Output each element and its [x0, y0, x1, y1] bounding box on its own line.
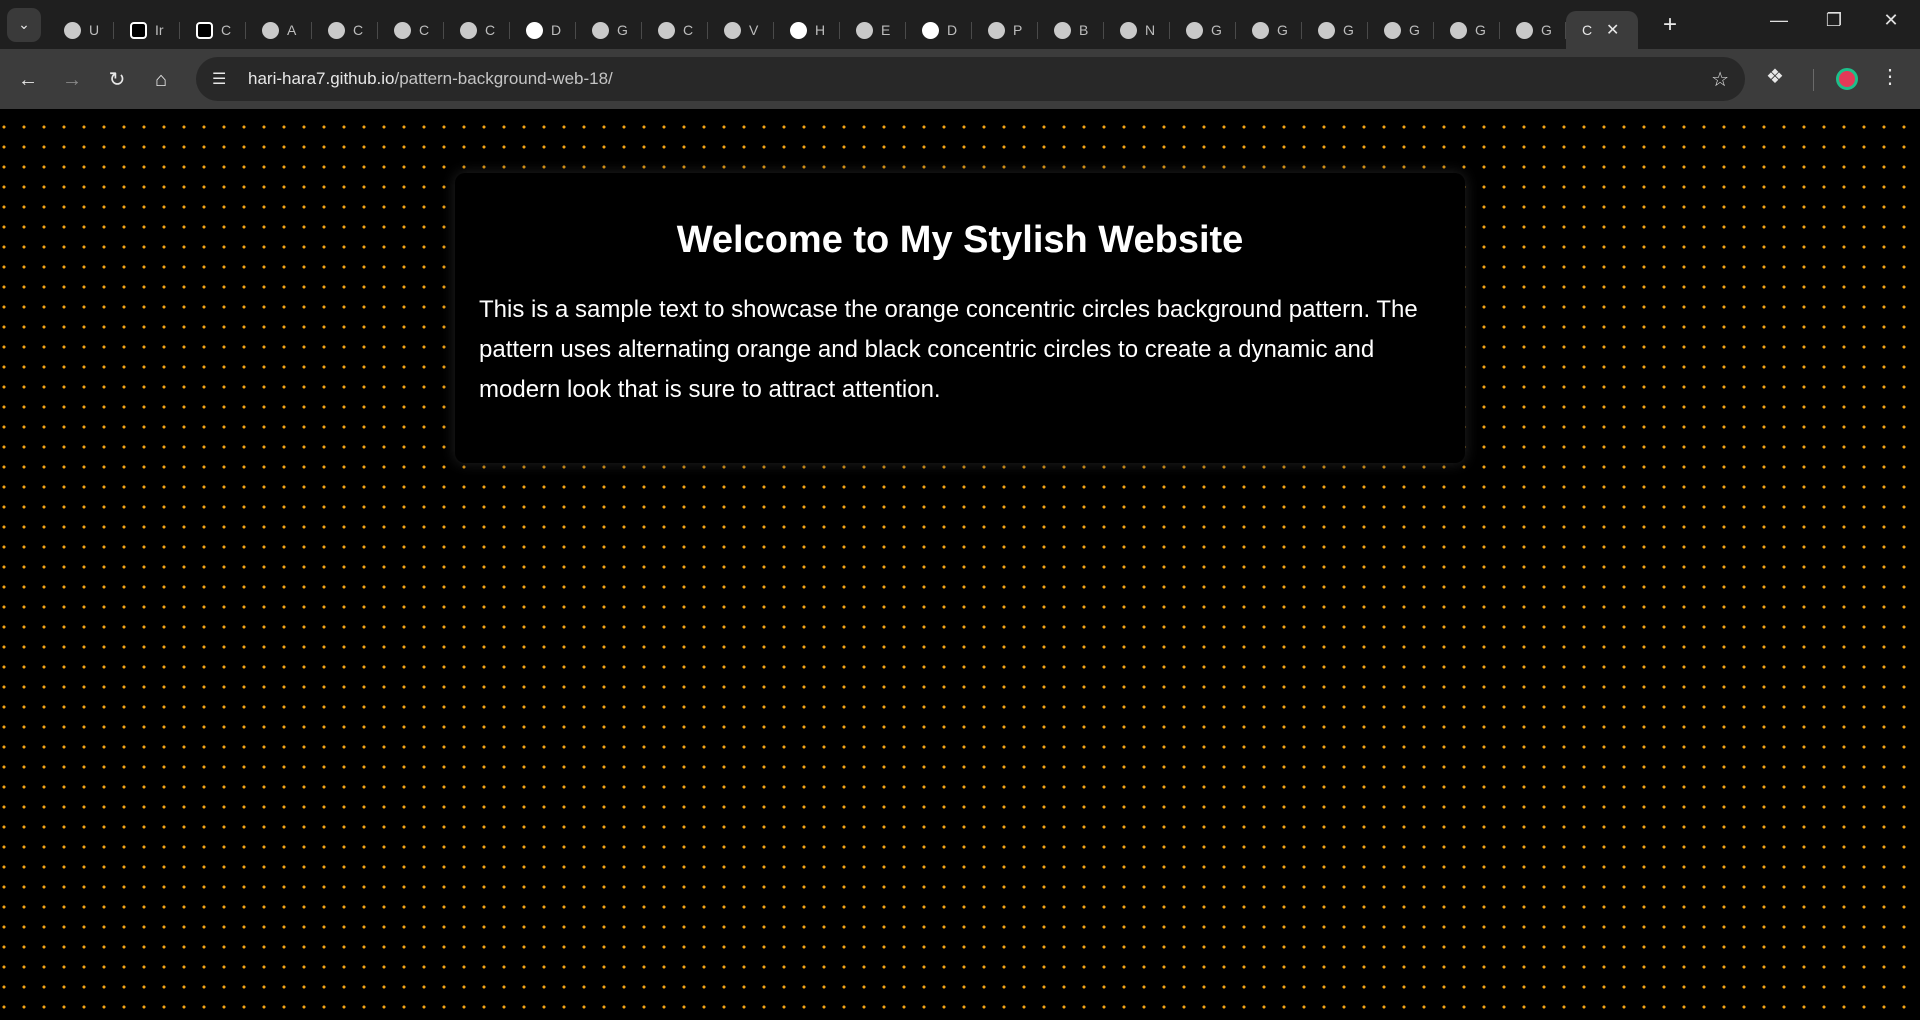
globe-icon: [592, 21, 609, 39]
globe-icon: [724, 21, 741, 39]
tab-3[interactable]: C: [180, 11, 246, 49]
tab-label: V: [749, 22, 759, 38]
globe-icon: [1384, 21, 1401, 39]
globe-icon: [1318, 21, 1335, 39]
tab-22[interactable]: G: [1434, 11, 1500, 49]
globe-icon: [1516, 21, 1533, 39]
minimize-button[interactable]: —: [1764, 10, 1794, 31]
tab-label: G: [617, 22, 628, 38]
url-host: hari-hara7.github.io: [248, 69, 395, 88]
tab-list: U Ir C A C C C D G C V H E D P B N G G G G G G C ✕: [48, 0, 1638, 49]
tab-label: P: [1013, 22, 1023, 38]
tab-label: D: [551, 22, 562, 38]
browser-toolbar: ← → ↻ ⌂ ☰ hari-hara7.github.io/pattern-b…: [0, 49, 1920, 109]
tab-label: Ir: [155, 22, 164, 38]
tab-4[interactable]: A: [246, 11, 312, 49]
profile-avatar[interactable]: [1836, 68, 1858, 90]
openai-icon: [130, 21, 147, 39]
tab-12[interactable]: H: [774, 11, 840, 49]
tab-18[interactable]: G: [1170, 11, 1236, 49]
globe-icon: [1252, 21, 1269, 39]
tab-label: D: [947, 22, 958, 38]
tab-label: H: [815, 22, 826, 38]
tab-label: C: [419, 22, 430, 38]
tab-7[interactable]: C: [444, 11, 510, 49]
back-button[interactable]: ←: [14, 66, 42, 94]
tab-6[interactable]: C: [378, 11, 444, 49]
globe-icon: [328, 21, 345, 39]
tab-label: G: [1343, 22, 1354, 38]
forward-button[interactable]: →: [58, 66, 86, 94]
tab-13[interactable]: E: [840, 11, 906, 49]
globe-icon: [1054, 21, 1071, 39]
tab-search-button[interactable]: ⌄: [7, 7, 41, 42]
tab-2[interactable]: Ir: [114, 11, 180, 49]
tab-15[interactable]: P: [972, 11, 1038, 49]
tab-19[interactable]: G: [1236, 11, 1302, 49]
chevron-down-icon: ⌄: [18, 16, 30, 32]
new-tab-button[interactable]: +: [1656, 11, 1684, 39]
tab-label: C: [683, 22, 694, 38]
tab-label: G: [1475, 22, 1486, 38]
openai-icon: [196, 21, 213, 39]
address-bar[interactable]: ☰ hari-hara7.github.io/pattern-backgroun…: [196, 57, 1745, 101]
home-button[interactable]: ⌂: [147, 66, 175, 94]
tab-label: C: [485, 22, 496, 38]
tab-16[interactable]: B: [1038, 11, 1104, 49]
tab-label: G: [1409, 22, 1420, 38]
toolbar-divider: [1813, 69, 1814, 91]
tab-label: C: [353, 22, 364, 38]
globe-icon: [64, 21, 81, 39]
github-icon: [790, 21, 807, 39]
tab-8[interactable]: D: [510, 11, 576, 49]
tab-label: G: [1541, 22, 1552, 38]
close-window-button[interactable]: ✕: [1876, 10, 1906, 31]
globe-icon: [1450, 21, 1467, 39]
extensions-icon[interactable]: ❖: [1766, 64, 1784, 89]
globe-icon: [394, 21, 411, 39]
bookmark-star-icon[interactable]: ☆: [1711, 67, 1729, 92]
tab-17[interactable]: N: [1104, 11, 1170, 49]
tab-21[interactable]: G: [1368, 11, 1434, 49]
globe-icon: [262, 21, 279, 39]
tab-label: G: [1211, 22, 1222, 38]
tab-11[interactable]: V: [708, 11, 774, 49]
site-info-icon[interactable]: ☰: [212, 69, 234, 89]
tab-5[interactable]: C: [312, 11, 378, 49]
page-title: Welcome to My Stylish Website: [676, 219, 1244, 261]
globe-icon: [856, 21, 873, 39]
tab-label: B: [1079, 22, 1089, 38]
github-icon: [922, 21, 939, 39]
tab-10[interactable]: C: [642, 11, 708, 49]
reload-button[interactable]: ↻: [103, 66, 131, 94]
url-text[interactable]: hari-hara7.github.io/pattern-background-…: [248, 69, 613, 89]
tab-label: E: [881, 22, 891, 38]
tab-23[interactable]: G: [1500, 11, 1566, 49]
globe-icon: [460, 21, 477, 39]
tab-label: C: [1582, 22, 1593, 38]
tab-label: A: [287, 22, 297, 38]
github-icon: [526, 21, 543, 39]
tab-9[interactable]: G: [576, 11, 642, 49]
content-card: Welcome to My Stylish Website This is a …: [455, 173, 1465, 463]
globe-icon: [1186, 21, 1203, 39]
page-paragraph: This is a sample text to showcase the or…: [479, 296, 1418, 403]
tab-active[interactable]: C ✕: [1566, 11, 1638, 49]
page-viewport: Welcome to My Stylish Website This is a …: [0, 109, 1920, 1020]
tab-20[interactable]: G: [1302, 11, 1368, 49]
close-tab-icon[interactable]: ✕: [1606, 20, 1619, 40]
tab-1[interactable]: U: [48, 11, 114, 49]
globe-icon: [1120, 21, 1137, 39]
tab-label: G: [1277, 22, 1288, 38]
restore-button[interactable]: ❐: [1819, 10, 1849, 31]
url-path: /pattern-background-web-18/: [394, 69, 613, 88]
tab-14[interactable]: D: [906, 11, 972, 49]
tab-strip: ⌄ U Ir C A C C C D G C V H E D P B N G G G G G G C ✕ + — ❐ ✕: [0, 0, 1920, 49]
tab-label: U: [89, 22, 100, 38]
globe-icon: [988, 21, 1005, 39]
globe-icon: [658, 21, 675, 39]
tab-label: N: [1145, 22, 1156, 38]
menu-kebab-icon[interactable]: ⋮: [1880, 64, 1900, 89]
tab-label: C: [221, 22, 232, 38]
